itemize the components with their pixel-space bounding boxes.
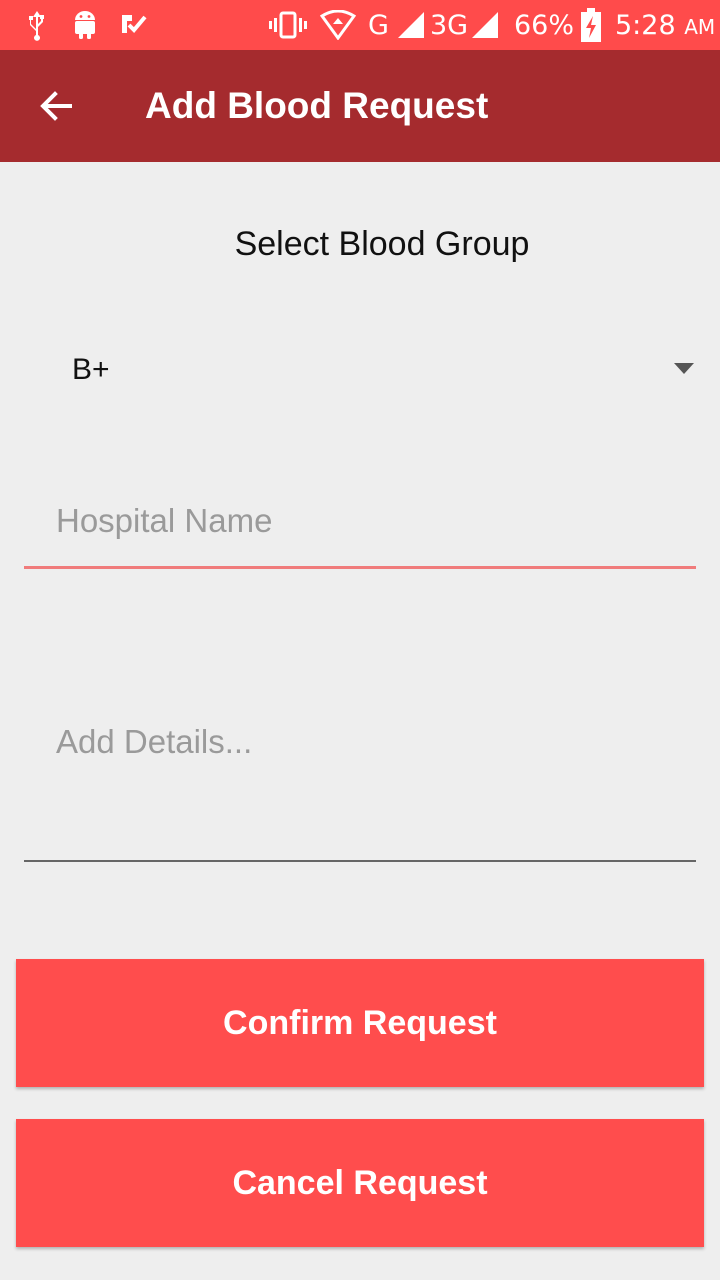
- hospital-name-input[interactable]: [24, 490, 696, 552]
- android-icon: [70, 8, 100, 42]
- clock-time: 5:28: [615, 10, 676, 41]
- back-button[interactable]: [28, 78, 84, 134]
- confirm-request-button[interactable]: Confirm Request: [16, 959, 704, 1087]
- details-field: [24, 712, 696, 864]
- signal-icon: [394, 8, 428, 42]
- blood-group-spinner[interactable]: B+: [56, 330, 704, 410]
- check-app-icon: [118, 8, 148, 42]
- app-bar: Add Blood Request: [0, 50, 720, 162]
- hospital-name-underline: [24, 566, 696, 569]
- status-bar: G 3G 66% 5:28 AM: [0, 0, 720, 50]
- arrow-back-icon: [40, 91, 72, 121]
- battery-percent: 66%: [514, 10, 575, 41]
- page-title: Add Blood Request: [145, 85, 489, 126]
- signal-icon: [468, 8, 502, 42]
- vibrate-icon: [268, 8, 308, 42]
- details-input[interactable]: [24, 712, 696, 852]
- battery-charging-icon: [578, 8, 604, 42]
- dropdown-arrow-icon: [674, 363, 694, 374]
- hospital-name-field: [24, 490, 696, 570]
- blood-group-label: Select Blood Group: [234, 225, 530, 263]
- details-underline: [24, 860, 696, 862]
- usb-icon: [22, 8, 52, 42]
- cancel-request-button[interactable]: Cancel Request: [16, 1119, 704, 1247]
- clock: 5:28 AM: [615, 0, 715, 50]
- clock-ampm: AM: [684, 15, 716, 39]
- network-type-g: G: [368, 10, 389, 41]
- network-type-3g: 3G: [430, 10, 469, 41]
- blood-group-value: B+: [72, 353, 110, 386]
- wifi-icon: [318, 8, 358, 42]
